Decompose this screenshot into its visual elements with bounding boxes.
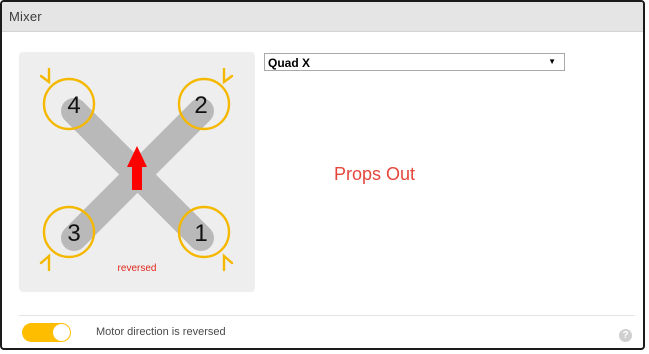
triangle-down-icon: ▼ (548, 57, 556, 66)
mixer-type-value: Quad X (268, 56, 311, 70)
motor-direction-toggle[interactable] (22, 323, 71, 342)
motor-number-3: 3 (67, 220, 80, 247)
rotation-arrow-icon (39, 67, 51, 85)
reversed-label: reversed (117, 263, 157, 274)
mixer-type-select[interactable]: Quad X ▼ (264, 53, 565, 71)
motor-number-1: 1 (194, 220, 207, 247)
mixer-diagram: 4 2 3 1 reversed (19, 52, 255, 292)
panel-header: Mixer (2, 2, 643, 32)
panel-title: Mixer (9, 9, 42, 24)
motor-number-4: 4 (67, 92, 80, 119)
props-direction-label: Props Out (334, 164, 416, 184)
rotation-arrow-icon (222, 67, 234, 85)
forward-arrow-shaft (132, 166, 142, 190)
motor-number-2: 2 (194, 92, 207, 119)
motor-direction-label: Motor direction is reversed (96, 326, 226, 338)
help-icon[interactable]: ? (619, 329, 632, 342)
quad-x-diagram: 4 2 3 1 (39, 67, 234, 272)
divider (19, 315, 635, 316)
mixer-panel: Mixer 4 2 3 1 reversed Quad X ▼ Props Ou… (0, 0, 645, 350)
toggle-knob (53, 324, 70, 341)
